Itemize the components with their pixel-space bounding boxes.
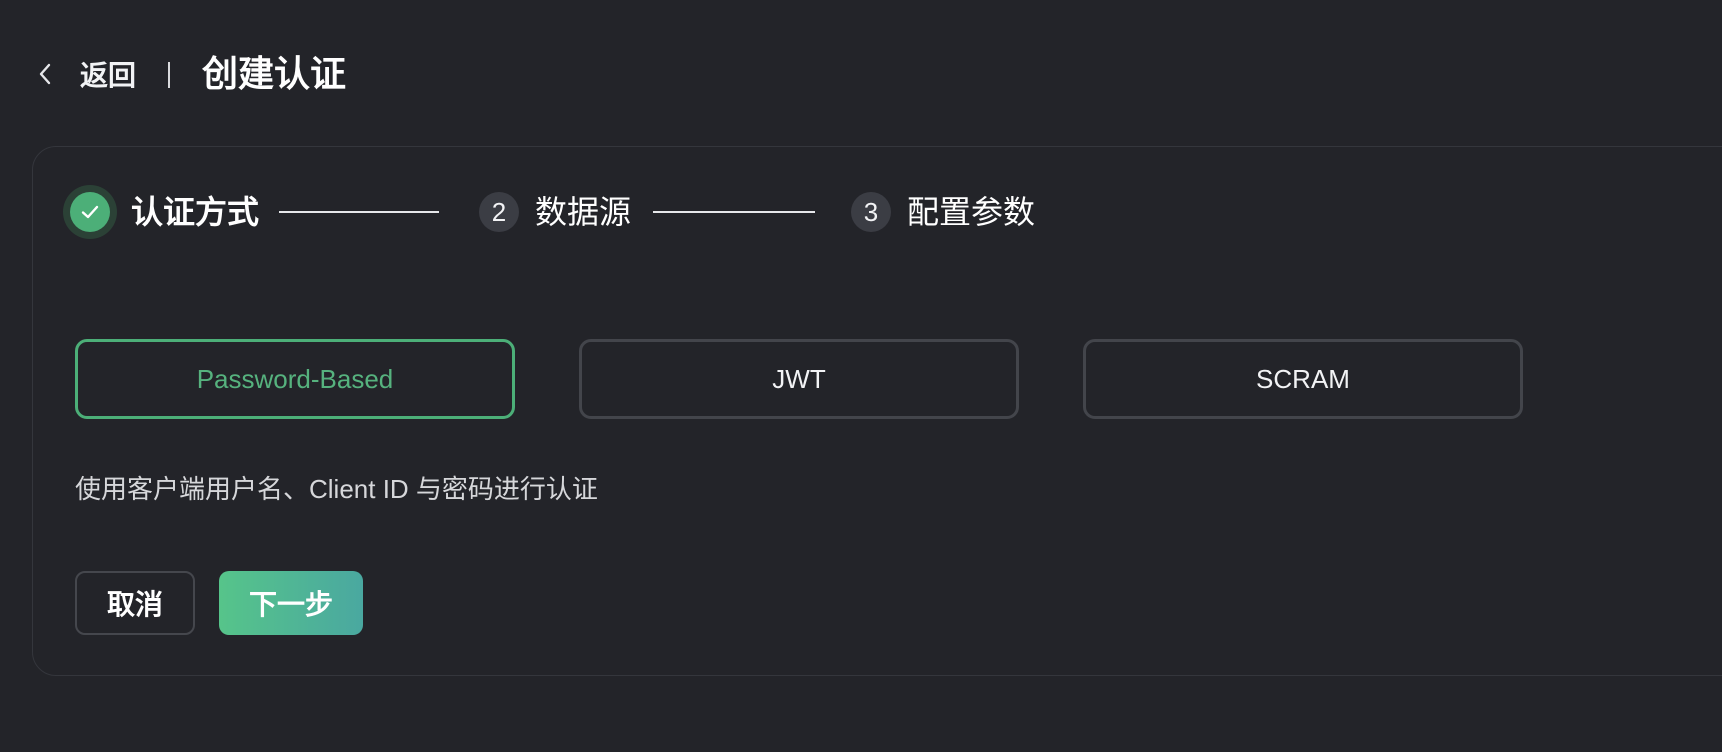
cancel-button[interactable]: 取消 bbox=[75, 571, 195, 635]
header-divider bbox=[168, 62, 170, 88]
method-description: 使用客户端用户名、Client ID 与密码进行认证 bbox=[75, 474, 598, 504]
page-title: 创建认证 bbox=[202, 53, 347, 94]
chevron-left-icon bbox=[34, 54, 56, 94]
step-3-label: 配置参数 bbox=[907, 194, 1036, 230]
step-3-number: 3 bbox=[851, 192, 891, 232]
step-connector-2 bbox=[653, 211, 815, 213]
method-option-password-based[interactable]: Password-Based bbox=[75, 339, 515, 419]
check-icon bbox=[70, 192, 110, 232]
step-1-done-indicator bbox=[63, 185, 117, 239]
method-option-scram[interactable]: SCRAM bbox=[1083, 339, 1523, 419]
step-connector-1 bbox=[279, 211, 439, 213]
back-label: 返回 bbox=[80, 60, 137, 91]
page-header: 返回 创建认证 bbox=[0, 0, 1722, 150]
step-2-number: 2 bbox=[479, 192, 519, 232]
step-2-label: 数据源 bbox=[535, 194, 632, 230]
next-step-button[interactable]: 下一步 bbox=[219, 571, 363, 635]
method-option-jwt[interactable]: JWT bbox=[579, 339, 1019, 419]
back-button[interactable]: 返回 bbox=[34, 54, 136, 94]
create-auth-card: 认证方式 2 数据源 3 配置参数 Password-Based JWT SCR… bbox=[32, 146, 1722, 676]
step-1-label: 认证方式 bbox=[131, 194, 260, 230]
